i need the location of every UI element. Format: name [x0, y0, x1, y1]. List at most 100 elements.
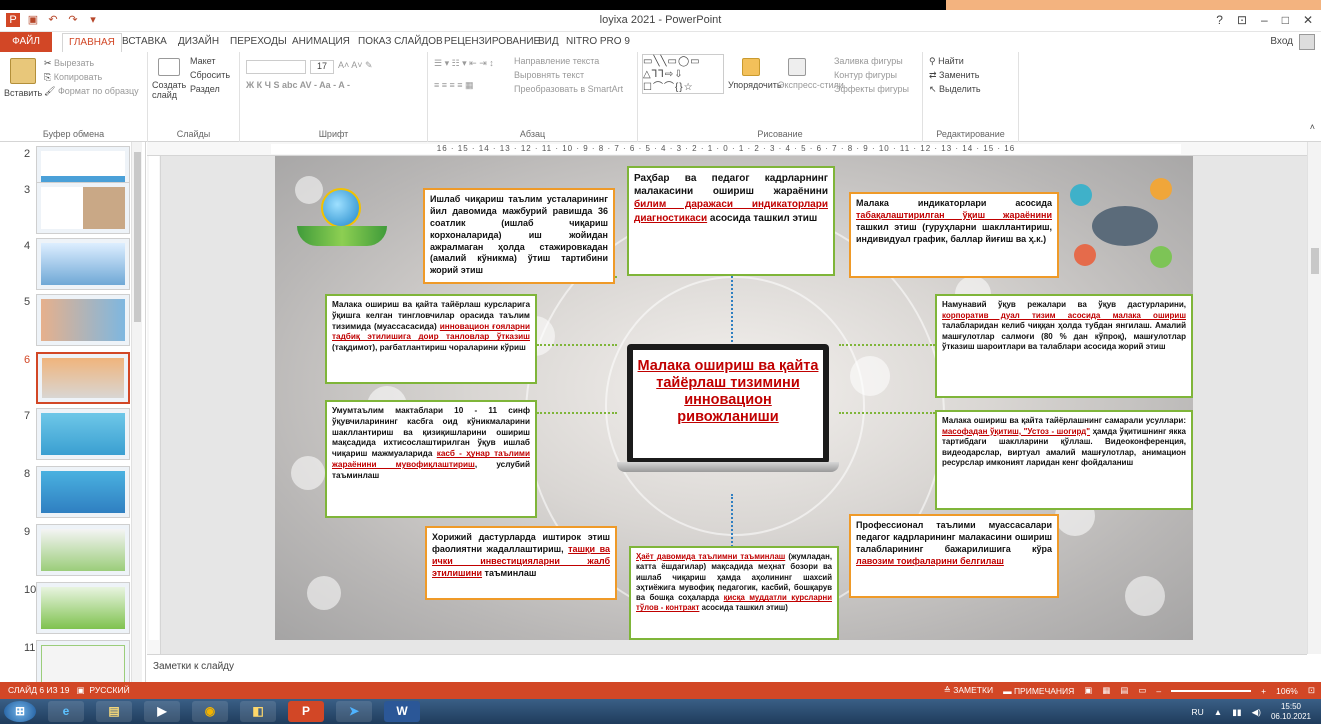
tab-review[interactable]: РЕЦЕНЗИРОВАНИЕ: [444, 36, 540, 47]
reader-app-icon[interactable]: ◧: [240, 701, 276, 722]
fit-slide-icon[interactable]: ⊡: [1308, 685, 1315, 696]
tab-home[interactable]: ГЛАВНАЯ: [62, 33, 122, 52]
avatar[interactable]: [1299, 34, 1315, 50]
section-button[interactable]: Раздел: [190, 84, 220, 94]
font-family-select[interactable]: [246, 60, 306, 74]
arrange-icon[interactable]: [742, 58, 760, 76]
text-box-bottom-right[interactable]: Профессионал таълими муассасалари педаго…: [849, 514, 1059, 598]
text-box-low-right[interactable]: Малака ошириш ва қайта тайёрлашнинг сама…: [935, 410, 1193, 510]
slide-thumbnail[interactable]: [36, 238, 130, 290]
chrome-icon[interactable]: ◉: [192, 701, 228, 722]
zoom-in-icon[interactable]: +: [1261, 686, 1266, 696]
tab-slideshow[interactable]: ПОКАЗ СЛАЙДОВ: [358, 36, 443, 47]
collapse-ribbon-icon[interactable]: ˄: [1310, 122, 1315, 132]
reset-button[interactable]: Сбросить: [190, 70, 230, 80]
slide-thumbnail[interactable]: [36, 640, 130, 682]
font-size-select[interactable]: 17: [310, 60, 334, 74]
replace-button[interactable]: Заменить: [939, 70, 979, 80]
list-buttons[interactable]: ☰ ▾ ☷ ▾ ⇤ ⇥ ↕: [434, 58, 494, 69]
media-player-icon[interactable]: ▶: [144, 701, 180, 722]
layout-button[interactable]: Макет: [190, 56, 215, 66]
slide-thumbnail[interactable]: [36, 294, 130, 346]
tray-arrow-icon[interactable]: ▲: [1214, 707, 1222, 717]
internet-explorer-icon[interactable]: e: [48, 701, 84, 722]
file-explorer-icon[interactable]: ▤: [96, 701, 132, 722]
volume-icon[interactable]: ◀): [1252, 707, 1261, 718]
tab-file[interactable]: ФАЙЛ: [0, 32, 52, 52]
word-taskbar-icon[interactable]: W: [384, 701, 420, 722]
quick-styles-icon[interactable]: [788, 58, 806, 76]
slide-sorter-icon[interactable]: ▦: [1102, 685, 1110, 696]
convert-smartart-button[interactable]: Преобразовать в SmartArt: [514, 84, 623, 94]
format-painter-button[interactable]: Формат по образцу: [58, 86, 139, 96]
zoom-level[interactable]: 106%: [1276, 686, 1298, 696]
paste-button[interactable]: Вставить: [4, 88, 42, 98]
shape-effects-button[interactable]: Эффекты фигуры: [834, 84, 909, 94]
ribbon-display-button[interactable]: ⊡: [1237, 13, 1247, 27]
tab-transitions[interactable]: ПЕРЕХОДЫ: [230, 36, 287, 47]
slide-thumbnail[interactable]: [36, 466, 130, 518]
start-button-icon[interactable]: ⊞: [4, 701, 36, 722]
tab-animations[interactable]: АНИМАЦИЯ: [292, 36, 350, 47]
notes-pane[interactable]: Заметки к слайду: [147, 654, 1307, 682]
text-box-top-right[interactable]: Малака индикаторлари асосида табақалашти…: [849, 192, 1059, 278]
help-button[interactable]: ?: [1216, 13, 1223, 27]
slide-thumbnail[interactable]: [36, 582, 130, 634]
zoom-slider[interactable]: [1171, 689, 1252, 692]
slide-thumbnail-selected[interactable]: [36, 352, 130, 404]
shape-outline-button[interactable]: Контур фигуры: [834, 70, 897, 80]
find-button[interactable]: Найти: [938, 56, 964, 66]
copy-button[interactable]: Копировать: [54, 72, 102, 82]
text-box-low-left[interactable]: Умумтаълим мактаблари 10 - 11 синф ўқувч…: [325, 400, 537, 518]
reading-view-icon[interactable]: ▤: [1120, 685, 1128, 696]
text-box-bottom-left[interactable]: Хорижий дастурларда иштирок этиш фаолият…: [425, 526, 617, 600]
shape-fill-button[interactable]: Заливка фигуры: [834, 56, 903, 66]
new-slide-icon[interactable]: [158, 58, 180, 76]
font-grow-shrink-icons[interactable]: A˄ A˅ ✎: [338, 60, 373, 71]
zoom-out-icon[interactable]: –: [1156, 686, 1161, 696]
close-button[interactable]: ✕: [1303, 13, 1313, 27]
maximize-button[interactable]: □: [1282, 13, 1289, 27]
slideshow-icon[interactable]: ▭: [1138, 685, 1146, 696]
slide-canvas[interactable]: Раҳбар ва педагог кадрларнинг малакасини…: [275, 156, 1193, 640]
text-direction-button[interactable]: Направление текста: [514, 56, 599, 66]
font-style-buttons[interactable]: Ж К Ч S abc AV - Aa - A -: [246, 80, 350, 90]
text-box-top-left[interactable]: Ишлаб чиқариш таълим усталарининг йил да…: [423, 188, 615, 284]
paste-icon[interactable]: [10, 58, 36, 84]
slide-thumbnail[interactable]: [36, 408, 130, 460]
slide-thumbnail[interactable]: [36, 524, 130, 576]
slide-number: 9: [24, 526, 31, 538]
notes-button[interactable]: ЗАМЕТКИ: [953, 685, 993, 695]
spellcheck-icon[interactable]: ▣: [77, 685, 85, 695]
new-slide-button[interactable]: Создать слайд: [152, 80, 188, 100]
sign-in-link[interactable]: Вход: [1270, 36, 1293, 47]
normal-view-icon[interactable]: ▣: [1084, 685, 1092, 696]
tab-nitro[interactable]: NITRO PRO 9: [566, 36, 630, 47]
network-icon[interactable]: ▮▮: [1232, 707, 1241, 718]
text-box-bottom-center[interactable]: Ҳаёт давомида таълимни таъминлаш (жумлад…: [629, 546, 839, 640]
slide-counter: СЛАЙД 6 ИЗ 19: [8, 685, 70, 695]
laptop-center-graphic[interactable]: Малака ошириш ва қайта тайёрлаш тизимини…: [617, 344, 839, 494]
powerpoint-taskbar-icon[interactable]: P: [288, 701, 324, 722]
slide-scrollbar[interactable]: [1307, 142, 1321, 654]
language-tray[interactable]: RU: [1192, 707, 1204, 717]
text-box-top-center[interactable]: Раҳбар ва педагог кадрларнинг малакасини…: [627, 166, 835, 276]
cut-button[interactable]: Вырезать: [54, 58, 94, 68]
slide-thumbnail[interactable]: [36, 182, 130, 234]
align-text-button[interactable]: Выровнять текст: [514, 70, 584, 80]
select-button[interactable]: Выделить: [939, 84, 981, 94]
tab-insert[interactable]: ВСТАВКА: [122, 36, 167, 47]
text-box-mid-left[interactable]: Малака ошириш ва қайта тайёрлаш курслари…: [325, 294, 537, 384]
clock[interactable]: 15:50 06.10.2021: [1271, 702, 1311, 722]
align-buttons[interactable]: ≡ ≡ ≡ ≡ ▦: [434, 80, 474, 91]
arrange-button[interactable]: Упорядочить: [728, 80, 782, 90]
thumbnail-scrollbar[interactable]: [131, 142, 142, 682]
tab-design[interactable]: ДИЗАЙН: [178, 36, 219, 47]
minimize-button[interactable]: –: [1261, 13, 1268, 27]
shapes-gallery[interactable]: ▭╲╲▭◯▭ △⅂⅂⇨⇩ ☐⌒⌒{}☆: [642, 54, 724, 94]
comments-button[interactable]: ПРИМЕЧАНИЯ: [1014, 686, 1074, 696]
language-indicator[interactable]: РУССКИЙ: [89, 685, 129, 695]
text-box-mid-right[interactable]: Намунавий ўқув режалари ва ўқув дастурла…: [935, 294, 1193, 398]
telegram-icon[interactable]: ➤: [336, 701, 372, 722]
tab-view[interactable]: ВИД: [538, 36, 559, 47]
